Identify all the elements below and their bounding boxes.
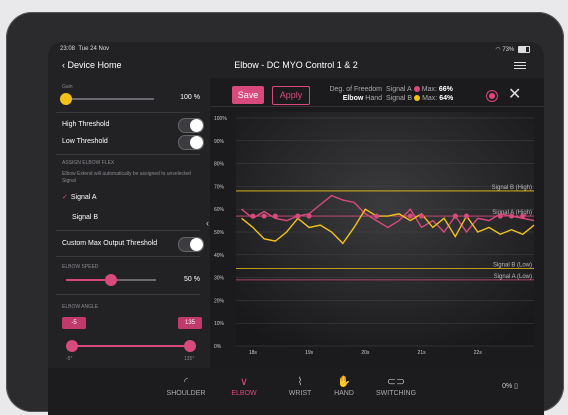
chart-plot-area: [236, 112, 534, 346]
close-icon[interactable]: ✕: [508, 84, 521, 104]
checkmark-icon: ✓: [62, 194, 68, 201]
assign-note: Elbow Extend will automatically be assig…: [62, 171, 191, 184]
status-bar: 23:08 Tue 24 Nov ◠ 73%: [48, 42, 544, 56]
y-tick-label: 20%: [214, 298, 225, 304]
bottom-tab-bar: ◜ SHOULDER ∨ ELBOW ⌇ WRIST ✋ HAND ⊂⊃ SWITCHIN…: [48, 368, 544, 415]
tablet-frame: 23:08 Tue 24 Nov ◠ 73% ‹ Device Home Elb…: [6, 12, 564, 415]
y-tick-label: 80%: [214, 162, 225, 168]
low-threshold-toggle[interactable]: [178, 135, 204, 150]
threshold-crossing-marker: [261, 213, 267, 219]
y-tick-label: 10%: [214, 321, 225, 327]
angle-header: ELBOW ANGLE: [62, 304, 99, 310]
switch-icon: ⊂⊃: [386, 376, 406, 388]
elbow-icon: ∨: [239, 376, 249, 388]
threshold-crossing-marker: [250, 213, 256, 219]
signal-b-option[interactable]: Signal B: [72, 214, 198, 221]
gain-slider-knob[interactable]: [60, 93, 72, 105]
angle-min-tag: -5: [62, 317, 86, 329]
angle-max-tag: 135: [178, 317, 202, 329]
gain-label: Gain: [62, 84, 73, 90]
gain-value: 100 %: [180, 94, 200, 101]
y-tick-label: 90%: [214, 139, 225, 145]
divider: [56, 294, 200, 295]
threshold-crossing-marker: [418, 213, 425, 219]
divider: [56, 154, 200, 155]
chart-toolbar: Save Apply Deg. of Freedom Elbow Hand Si…: [210, 78, 544, 107]
y-tick-label: 70%: [214, 184, 225, 190]
status-right: ◠ 73%: [495, 46, 530, 53]
angle-slider-track[interactable]: [70, 345, 190, 347]
threshold-crossing-marker: [272, 213, 278, 219]
x-tick-label: 19s: [305, 350, 314, 356]
settings-panel: Gain 100 % High Threshold Low Threshold …: [48, 78, 208, 368]
angle-max-knob[interactable]: [184, 340, 196, 352]
divider: [56, 112, 200, 113]
nav-bar: ‹ Device Home Elbow - DC MYO Control 1 &…: [48, 56, 544, 78]
y-tick-label: 60%: [214, 207, 225, 213]
signal-max-readout: Signal A Max: 66% Signal B Max: 64%: [386, 86, 454, 102]
signal-a-dot: [413, 86, 420, 93]
threshold-crossing-marker: [295, 213, 301, 219]
degree-of-freedom: Deg. of Freedom Elbow Hand: [329, 86, 382, 102]
record-button[interactable]: [486, 90, 498, 102]
x-tick-label: 18s: [249, 350, 258, 356]
threshold-crossing-marker: [407, 213, 413, 219]
x-tick-label: 20s: [361, 350, 370, 356]
y-tick-label: 0%: [214, 344, 222, 350]
tab-elbow[interactable]: ∨ ELBOW: [214, 374, 274, 397]
x-tick-label: 22s: [474, 350, 483, 356]
threshold-crossing-marker: [463, 213, 470, 219]
threshold-label: Signal B (High): [492, 185, 532, 191]
status-time: 23:08 Tue 24 Nov: [60, 46, 110, 52]
threshold-crossing-marker: [452, 213, 458, 219]
x-tick-label: 21s: [418, 350, 427, 356]
custom-max-toggle[interactable]: [178, 237, 204, 252]
screen: 23:08 Tue 24 Nov ◠ 73% ‹ Device Home Elb…: [48, 42, 544, 415]
battery-icon: [518, 46, 530, 53]
tab-shoulder[interactable]: ◜ SHOULDER: [156, 374, 216, 397]
hand-icon: ✋: [337, 376, 351, 388]
speed-header: ELBOW SPEED: [62, 264, 99, 270]
assign-header: ASSIGN ELBOW FLEX: [62, 160, 115, 166]
speed-value: 50 %: [184, 276, 200, 283]
signal-chart: 0% 10% 20% 30% 40% 50% 60% 70% 80% 90% 100% 18s 19s 2…: [214, 112, 535, 356]
angle-min-knob[interactable]: [66, 340, 78, 352]
chevron-left-icon[interactable]: ‹: [206, 218, 209, 228]
signal-chart-panel: Save Apply Deg. of Freedom Elbow Hand Si…: [206, 78, 544, 368]
y-tick-label: 100%: [214, 116, 227, 122]
save-button[interactable]: Save: [232, 86, 264, 104]
signal-a-option[interactable]: ✓ Signal A: [62, 193, 198, 201]
high-threshold-toggle[interactable]: [178, 118, 204, 133]
threshold-label: Signal A (Low): [494, 274, 532, 280]
threshold-crossing-marker: [306, 213, 312, 219]
shoulder-icon: ◜: [183, 376, 189, 388]
apply-button[interactable]: Apply: [272, 86, 310, 105]
threshold-label: Signal B (Low): [493, 262, 532, 268]
y-tick-label: 40%: [214, 253, 225, 259]
y-tick-label: 50%: [214, 230, 225, 236]
page-title: Elbow - DC MYO Control 1 & 2: [234, 60, 358, 70]
threshold-crossing-marker: [497, 213, 503, 219]
angle-max-label: 135°: [184, 356, 195, 362]
speed-slider-knob[interactable]: [105, 274, 117, 286]
y-tick-label: 30%: [214, 276, 225, 282]
threshold-crossing-marker: [373, 213, 380, 219]
threshold-crossing-marker: [508, 213, 515, 219]
angle-min-label: -5°: [66, 356, 73, 362]
wifi-icon: ◠: [495, 47, 501, 54]
threshold-crossing-marker: [520, 213, 526, 219]
battery-percent: 73%: [502, 47, 515, 54]
battery-readout: 0% ▯: [502, 383, 518, 390]
divider: [56, 256, 200, 257]
gain-slider-track[interactable]: [64, 98, 154, 100]
signal-b-dot: [414, 95, 421, 102]
tab-hand[interactable]: ✋ HAND: [314, 374, 374, 397]
tab-switching[interactable]: ⊂⊃ SWITCHING: [366, 374, 426, 397]
divider: [56, 230, 200, 231]
menu-icon[interactable]: [514, 60, 526, 71]
